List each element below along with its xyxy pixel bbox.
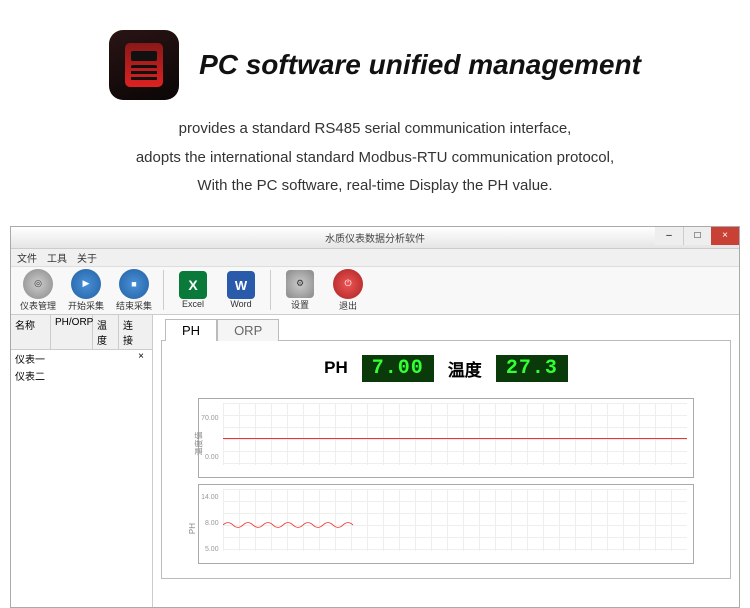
connect-mark: × (51, 351, 152, 366)
toolbar-separator (163, 270, 164, 310)
tab-ph[interactable]: PH (165, 319, 217, 341)
temp-value: 27.3 (496, 355, 568, 382)
gear-icon: ⚙ (286, 270, 314, 298)
tab-orp[interactable]: ORP (217, 319, 279, 341)
temp-chart: 温度值 70.00 0.00 (198, 398, 695, 478)
tabs: PH ORP (161, 319, 731, 341)
chart-line (223, 438, 688, 439)
stop-collect-button[interactable]: ■结束采集 (113, 269, 155, 312)
col-conn[interactable]: 连接 (119, 315, 145, 349)
col-phorp[interactable]: PH/ORP (51, 315, 93, 349)
col-temp[interactable]: 温度 (93, 315, 119, 349)
ph-label: PH (324, 358, 348, 378)
word-icon: W (227, 271, 255, 299)
menu-about[interactable]: 关于 (77, 250, 97, 265)
chart-grid (223, 403, 688, 465)
export-word-button[interactable]: WWord (220, 271, 262, 309)
menubar: 文件 工具 关于 (11, 249, 739, 267)
sidebar-header: 名称 PH/ORP 温度 连接 (11, 315, 152, 350)
chart-yaxis: 70.00 0.00 (201, 399, 219, 477)
desc-line: adopts the international standard Modbus… (30, 144, 720, 173)
app-window: 水质仪表数据分析软件 – □ × 文件 工具 关于 ◎仪表管理 ▶开始采集 ■结… (10, 226, 740, 608)
hero-title: PC software unified management (199, 49, 641, 81)
hero-section: PC software unified management (0, 0, 750, 115)
chart-ylabel: PH (188, 522, 197, 533)
col-name[interactable]: 名称 (11, 315, 51, 349)
main-panel: PH ORP PH 7.00 温度 27.3 温度值 70.00 0.00 (153, 315, 739, 607)
start-collect-button[interactable]: ▶开始采集 (65, 269, 107, 312)
description: provides a standard RS485 serial communi… (0, 115, 750, 226)
export-excel-button[interactable]: XExcel (172, 271, 214, 309)
chart-yaxis: 14.00 8.00 5.00 (201, 485, 219, 563)
sidebar: 名称 PH/ORP 温度 连接 仪表一× 仪表二 (11, 315, 153, 607)
readout-row: PH 7.00 温度 27.3 (176, 349, 716, 392)
titlebar[interactable]: 水质仪表数据分析软件 – □ × (11, 227, 739, 249)
exit-button[interactable]: ⏻退出 (327, 269, 369, 312)
toolbar: ◎仪表管理 ▶开始采集 ■结束采集 XExcel WWord ⚙设置 ⏻退出 (11, 267, 739, 315)
desc-line: provides a standard RS485 serial communi… (30, 115, 720, 144)
menu-tools[interactable]: 工具 (47, 250, 67, 265)
temp-label: 温度 (448, 356, 482, 381)
display-panel: PH 7.00 温度 27.3 温度值 70.00 0.00 PH (161, 340, 731, 579)
app-icon (109, 30, 179, 100)
sidebar-row[interactable]: 仪表二 (11, 367, 152, 384)
menu-file[interactable]: 文件 (17, 250, 37, 265)
stop-icon: ■ (119, 269, 149, 299)
ph-value: 7.00 (362, 355, 434, 382)
sidebar-row[interactable]: 仪表一× (11, 350, 152, 367)
maximize-button[interactable]: □ (683, 227, 711, 245)
ph-chart: PH 14.00 8.00 5.00 (198, 484, 695, 564)
play-icon: ▶ (71, 269, 101, 299)
desc-line: With the PC software, real-time Display … (30, 172, 720, 201)
power-icon: ⏻ (333, 269, 363, 299)
excel-icon: X (179, 271, 207, 299)
close-button[interactable]: × (711, 227, 739, 245)
toolbar-separator (270, 270, 271, 310)
window-title: 水质仪表数据分析软件 (11, 230, 739, 245)
settings-button[interactable]: ⚙设置 (279, 270, 321, 311)
chart-line (223, 517, 353, 533)
instrument-manage-button[interactable]: ◎仪表管理 (17, 269, 59, 312)
gauge-icon: ◎ (23, 269, 53, 299)
minimize-button[interactable]: – (655, 227, 683, 245)
